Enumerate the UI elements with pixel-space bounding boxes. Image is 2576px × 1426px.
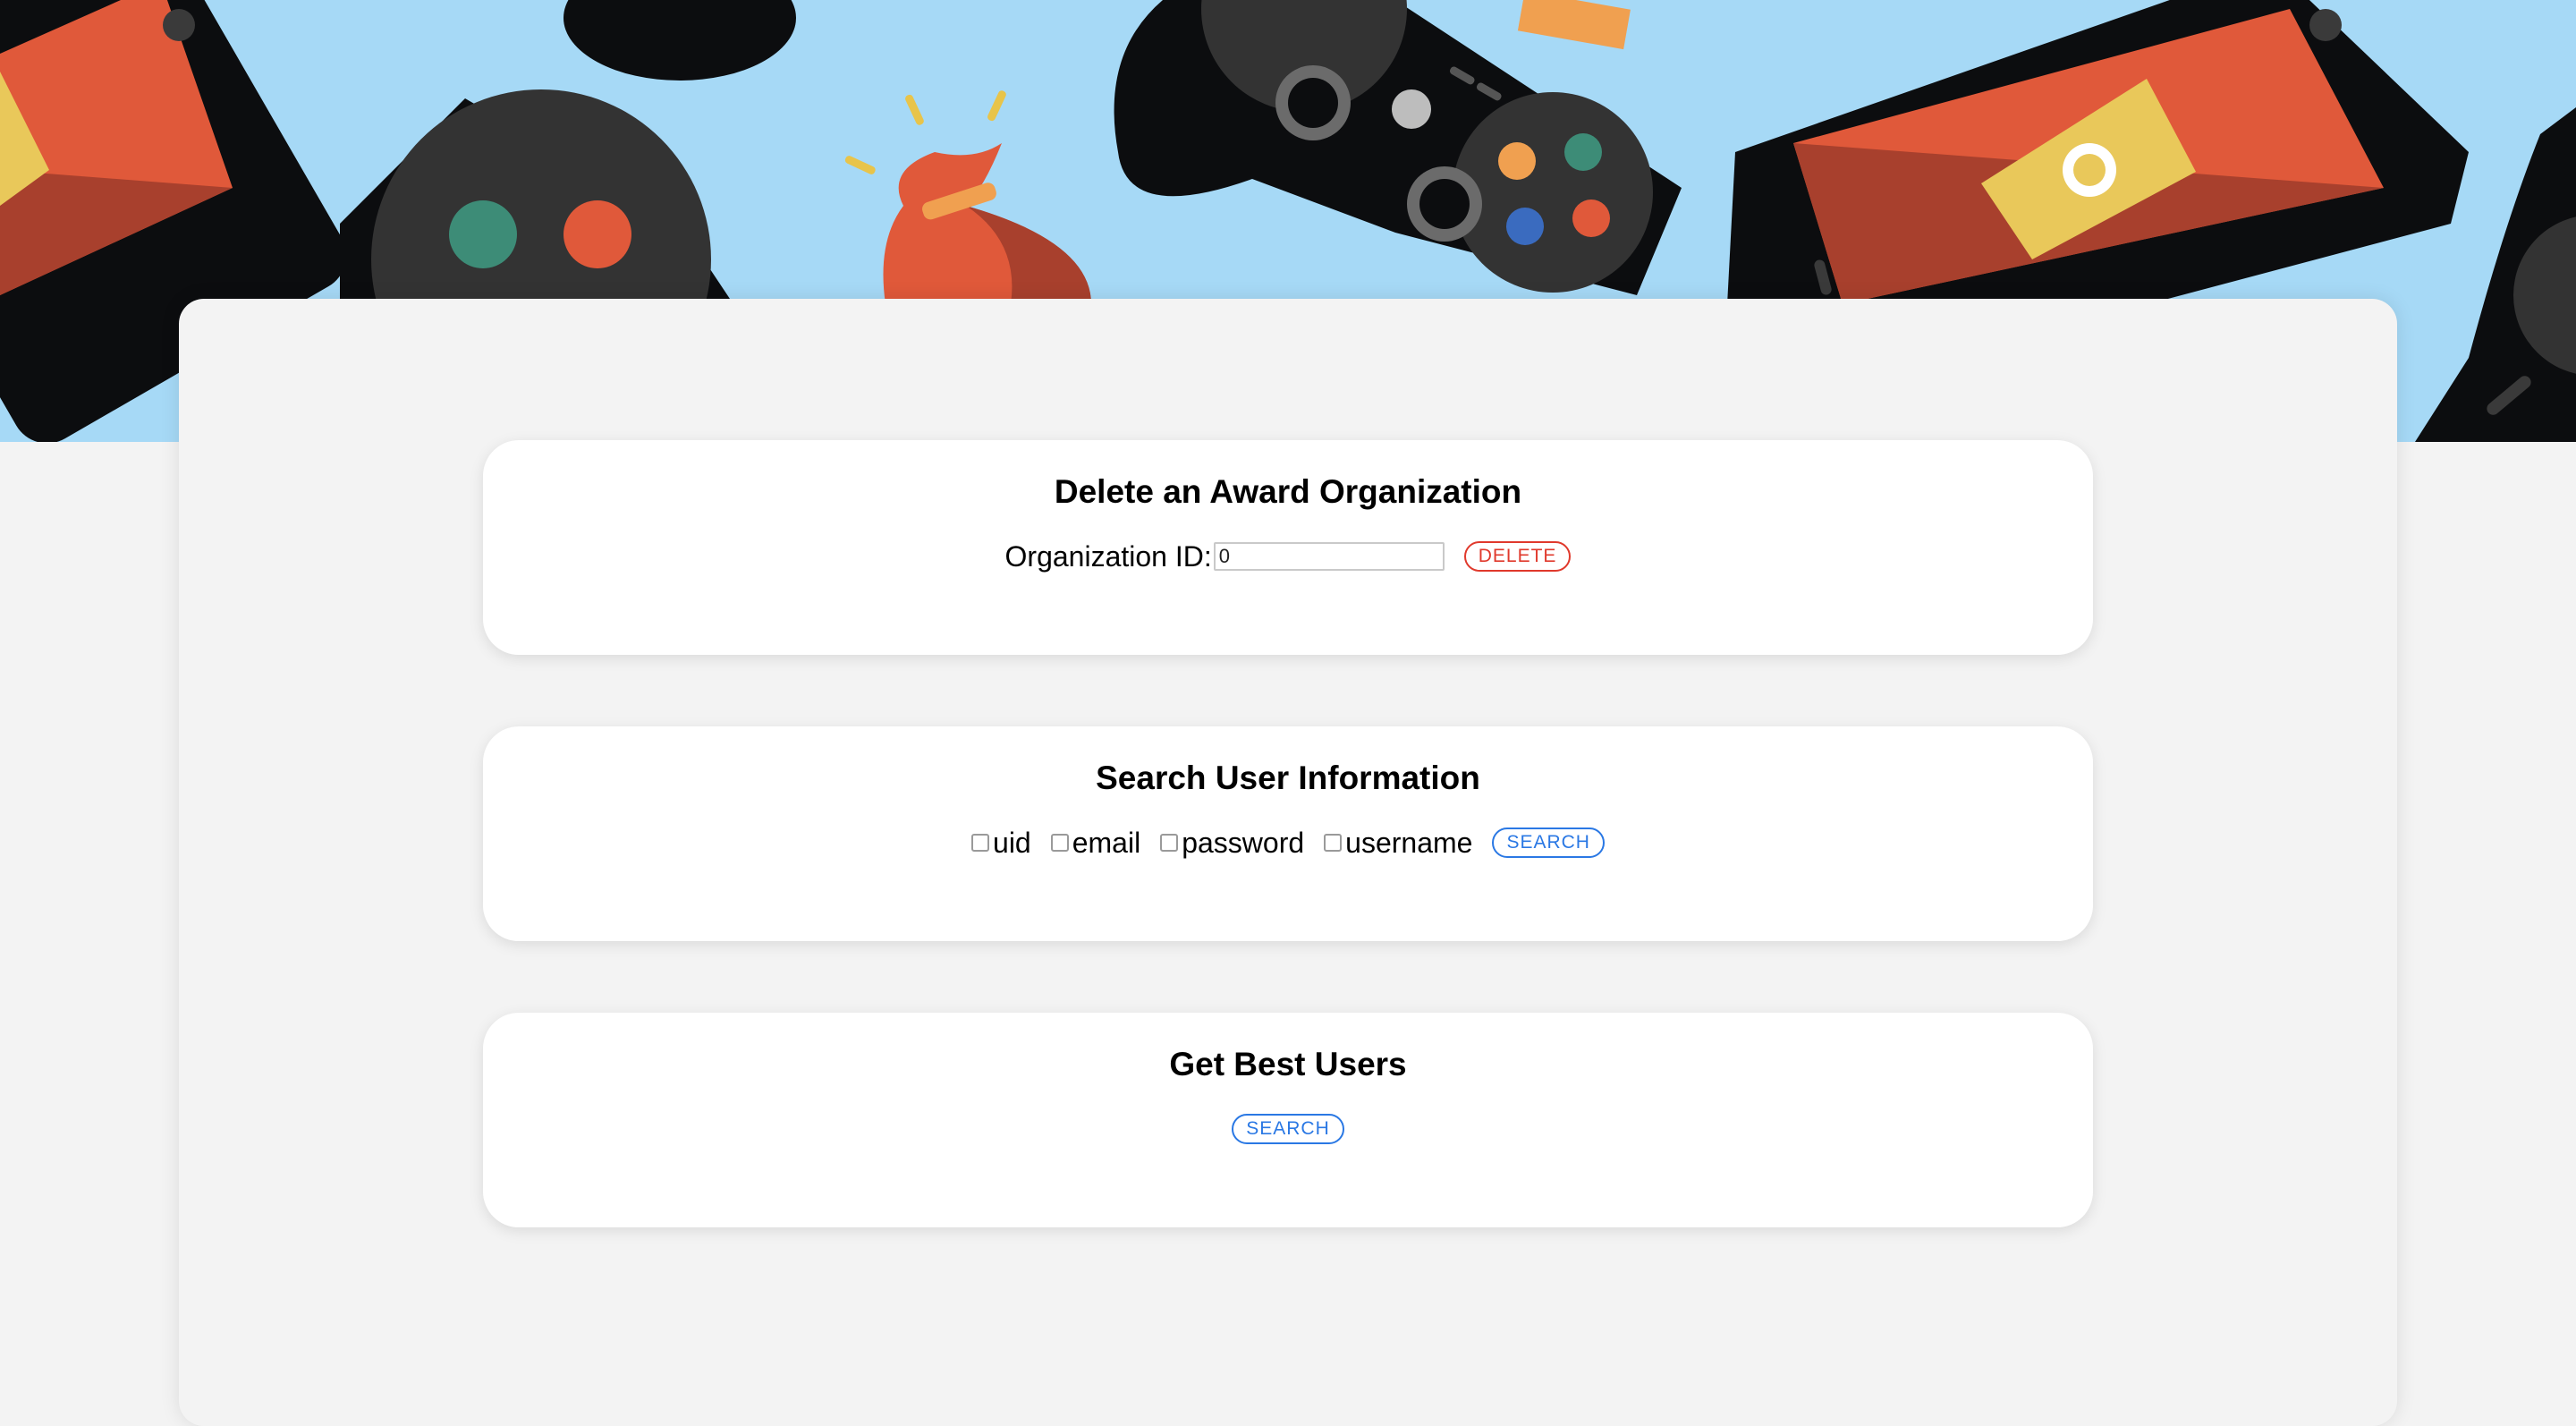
password-checkbox[interactable]	[1160, 834, 1179, 852]
delete-org-title: Delete an Award Organization	[1054, 473, 1522, 510]
username-option: username	[1324, 827, 1472, 860]
best-users-form: SEARCH	[483, 1111, 2093, 1147]
controller-top-illustration	[564, 0, 796, 81]
uid-option: uid	[971, 827, 1031, 860]
best-users-card: Get Best Users SEARCH	[483, 1013, 2093, 1227]
username-checkbox[interactable]	[1324, 834, 1343, 852]
organization-id-input[interactable]	[1213, 542, 1445, 571]
uid-label: uid	[993, 826, 1031, 859]
search-user-title: Search User Information	[1096, 760, 1480, 796]
main-panel: Delete an Award Organization Organizatio…	[179, 299, 2397, 1426]
search-user-form: uid email password username SEARCH	[483, 825, 2093, 861]
delete-button[interactable]: DELETE	[1463, 541, 1572, 572]
uid-checkbox[interactable]	[971, 834, 990, 852]
best-users-title: Get Best Users	[1169, 1046, 1407, 1082]
email-checkbox[interactable]	[1050, 834, 1069, 852]
delete-org-form: Organization ID: DELETE	[483, 539, 2093, 574]
email-label: email	[1072, 826, 1141, 859]
controller-illustration	[1114, 0, 1682, 295]
search-user-card: Search User Information uid email passwo…	[483, 726, 2093, 941]
delete-org-card: Delete an Award Organization Organizatio…	[483, 440, 2093, 655]
search-user-button[interactable]: SEARCH	[1492, 828, 1605, 858]
password-label: password	[1182, 826, 1305, 859]
username-label: username	[1345, 826, 1473, 859]
bag-illustration	[844, 90, 1091, 304]
best-users-search-button[interactable]: SEARCH	[1232, 1114, 1344, 1144]
organization-id-label: Organization ID:	[1004, 539, 1212, 573]
email-option: email	[1050, 826, 1141, 860]
password-option: password	[1160, 827, 1304, 860]
